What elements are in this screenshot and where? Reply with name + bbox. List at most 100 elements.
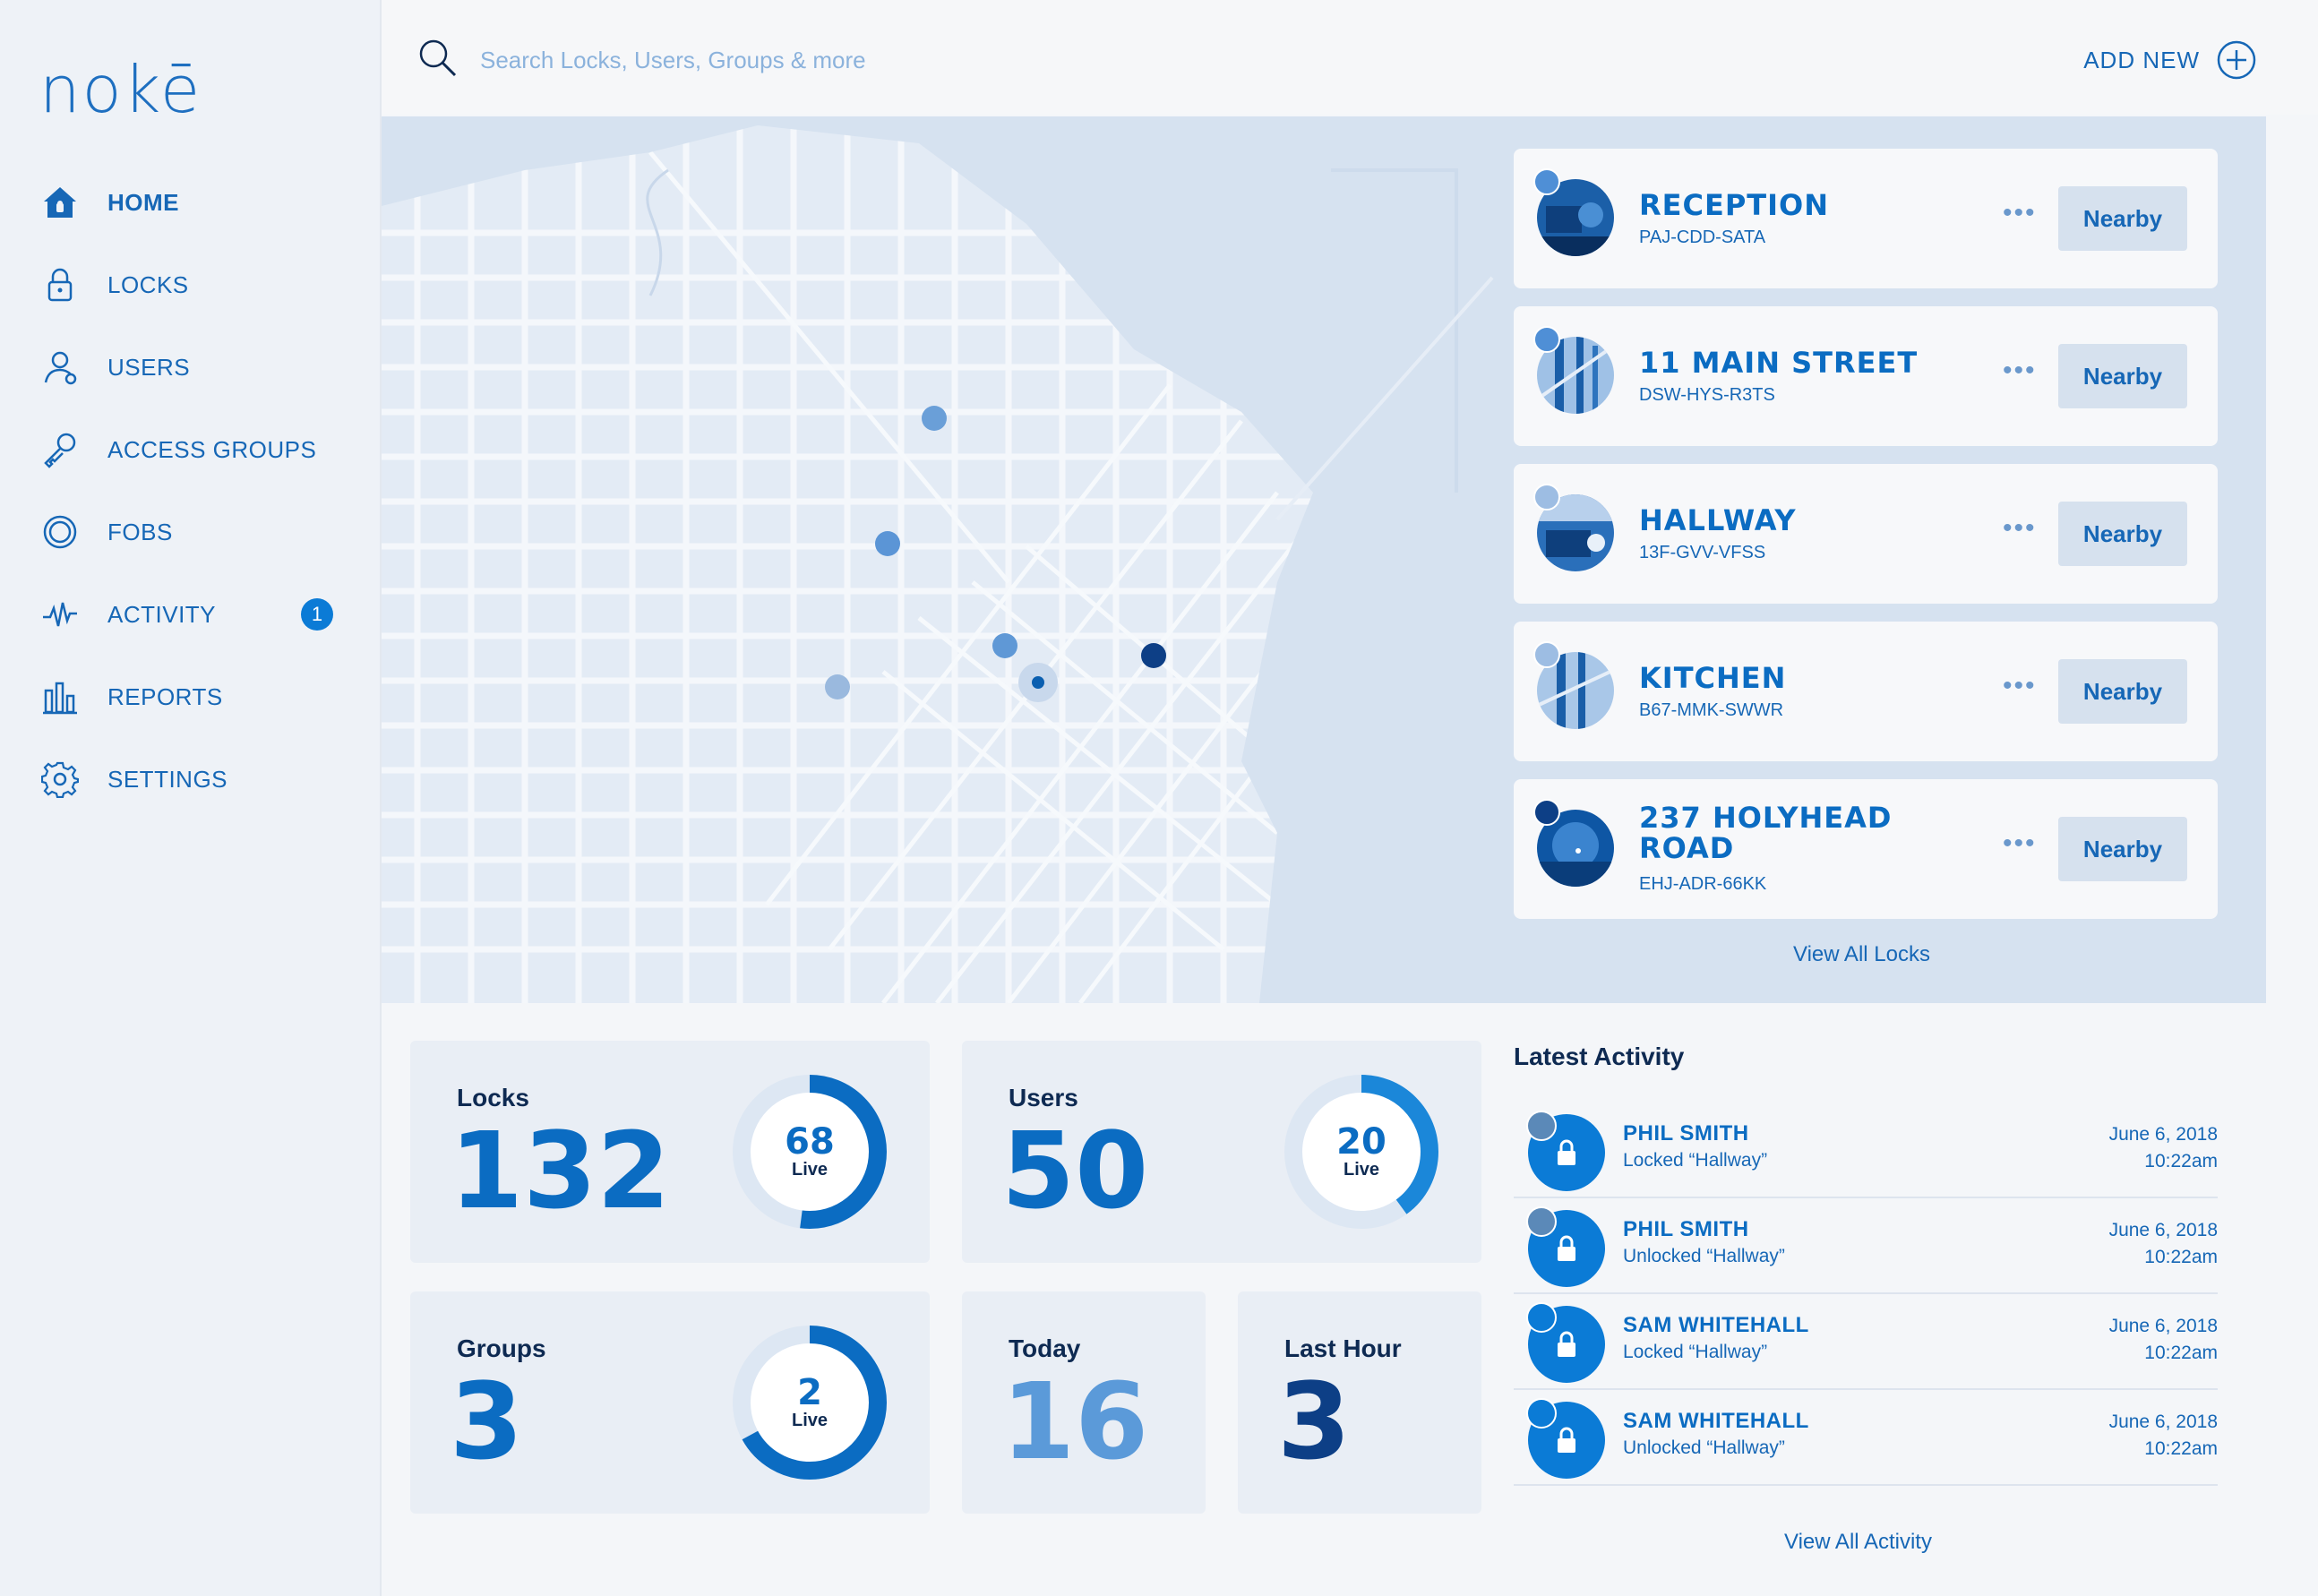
nearby-button[interactable]: Nearby	[2058, 659, 2187, 724]
lock-card-237-holyhead-road[interactable]: 237 HOLYHEAD ROAD EHJ-ADR-66KK ••• Nearb…	[1514, 779, 2218, 919]
nearby-button[interactable]: Nearby	[2058, 344, 2187, 408]
nearby-button[interactable]: Nearby	[2058, 186, 2187, 251]
activity-time: 10:22am	[2144, 1343, 2218, 1363]
pulse-icon	[39, 594, 81, 635]
stat-value: 16	[1001, 1360, 1149, 1483]
activity-description: Locked “Hallway”	[1623, 1342, 1768, 1362]
nav-label-fobs: FOBS	[107, 518, 173, 545]
activity-user: PHIL SMITH	[1623, 1217, 1749, 1241]
activity-description: Unlocked “Hallway”	[1623, 1437, 1785, 1458]
activity-date: June 6, 2018	[2108, 1124, 2218, 1145]
more-options-icon[interactable]: •••	[2003, 830, 2037, 857]
lock-code: PAJ-CDD-SATA	[1639, 227, 1766, 247]
search-icon[interactable]	[417, 38, 459, 83]
nav-item-reports[interactable]: REPORTS	[39, 670, 223, 724]
live-label: Live	[791, 1159, 828, 1180]
activity-user: SAM WHITEHALL	[1623, 1313, 1809, 1337]
lock-code: B67-MMK-SWWR	[1639, 700, 1784, 720]
sidebar: nokē HOME LOCKS USERS ACCESS GROUPS FOBS	[0, 0, 382, 1596]
activity-time: 10:22am	[2144, 1151, 2218, 1171]
live-ring: 20 Live	[1281, 1071, 1442, 1237]
status-dot	[1533, 484, 1560, 511]
fob-icon	[39, 511, 81, 553]
nearby-button[interactable]: Nearby	[2058, 502, 2187, 566]
live-count: 20	[1336, 1120, 1387, 1163]
stat-card-last-hour[interactable]: Last Hour 3	[1238, 1291, 1481, 1514]
lock-name: HALLWAY	[1639, 503, 1797, 537]
nav-item-access-groups[interactable]: ACCESS GROUPS	[39, 423, 316, 476]
nav-label-users: USERS	[107, 353, 191, 381]
lock-code: DSW-HYS-R3TS	[1639, 385, 1775, 405]
lock-name: 237 HOLYHEAD ROAD	[1639, 801, 1893, 865]
lock-name: RECEPTION	[1639, 188, 1830, 222]
nav-item-settings[interactable]: SETTINGS	[39, 752, 228, 806]
nav-label-reports: REPORTS	[107, 682, 223, 710]
live-count: 68	[785, 1120, 835, 1163]
noke-logo[interactable]: nokē	[39, 52, 202, 127]
more-options-icon[interactable]: •••	[2003, 515, 2037, 542]
bar-chart-icon	[39, 676, 81, 717]
activity-date: June 6, 2018	[2108, 1412, 2218, 1432]
add-new-button[interactable]: ADD NEW	[2083, 39, 2257, 81]
status-dot	[1533, 168, 1560, 195]
stat-card-locks[interactable]: Locks 132 68 Live	[410, 1041, 930, 1263]
home-icon	[39, 182, 81, 223]
view-all-activity-link[interactable]: View All Activity	[1784, 1530, 1932, 1555]
plus-circle-icon	[2217, 40, 2256, 80]
status-dot	[1533, 799, 1560, 826]
lock-card-kitchen[interactable]: KITCHEN B67-MMK-SWWR ••• Nearby	[1514, 622, 2218, 761]
nav-item-locks[interactable]: LOCKS	[39, 258, 189, 312]
stat-value: 50	[1001, 1109, 1149, 1232]
activity-item[interactable]: SAM WHITEHALL Locked “Hallway” June 6, 2…	[1514, 1293, 2218, 1390]
stat-card-groups[interactable]: Groups 3 2 Live	[410, 1291, 930, 1514]
stat-card-today[interactable]: Today 16	[962, 1291, 1206, 1514]
map-pin[interactable]	[825, 674, 850, 699]
live-ring: 68 Live	[729, 1071, 890, 1237]
stat-value: 3	[450, 1360, 524, 1483]
activity-item[interactable]: PHIL SMITH Locked “Hallway” June 6, 2018…	[1514, 1102, 2218, 1198]
activity-item[interactable]: SAM WHITEHALL Unlocked “Hallway” June 6,…	[1514, 1389, 2218, 1486]
lock-icon	[39, 264, 81, 305]
map-pin[interactable]	[1141, 643, 1166, 668]
nav-item-fobs[interactable]: FOBS	[39, 505, 173, 559]
user-avatar	[1526, 1111, 1557, 1141]
activity-badge: 1	[301, 598, 333, 631]
nav-item-users[interactable]: USERS	[39, 340, 190, 394]
live-label: Live	[791, 1410, 828, 1430]
user-icon	[39, 347, 81, 388]
add-new-label: ADD NEW	[2083, 46, 2200, 73]
activity-date: June 6, 2018	[2108, 1316, 2218, 1336]
map-pin[interactable]	[922, 406, 947, 431]
map-current-location-dot	[1032, 676, 1044, 689]
more-options-icon[interactable]: •••	[2003, 673, 2037, 699]
activity-item[interactable]: PHIL SMITH Unlocked “Hallway” June 6, 20…	[1514, 1197, 2218, 1294]
live-ring: 2 Live	[729, 1322, 890, 1488]
map-pin[interactable]	[992, 633, 1017, 658]
activity-timestamp: June 6, 2018 10:22am	[2109, 1217, 2218, 1271]
lock-card-hallway[interactable]: HALLWAY 13F-GVV-VFSS ••• Nearby	[1514, 464, 2218, 604]
nav-item-home[interactable]: HOME	[39, 176, 179, 229]
user-avatar	[1526, 1302, 1557, 1333]
nav-label-home: HOME	[107, 188, 179, 216]
nav-label-locks: LOCKS	[107, 270, 189, 298]
search-input[interactable]	[478, 41, 1288, 79]
view-all-locks-link[interactable]: View All Locks	[1793, 942, 1930, 967]
activity-user: SAM WHITEHALL	[1623, 1409, 1809, 1433]
nav-item-activity[interactable]: ACTIVITY 1	[39, 588, 344, 641]
stat-value: 132	[450, 1109, 671, 1232]
nav-label-access-groups: ACCESS GROUPS	[107, 435, 317, 463]
map-pin[interactable]	[875, 531, 900, 556]
stat-card-users[interactable]: Users 50 20 Live	[962, 1041, 1481, 1263]
activity-time: 10:22am	[2144, 1247, 2218, 1267]
lock-card-11-main-street[interactable]: 11 MAIN STREET DSW-HYS-R3TS ••• Nearby	[1514, 306, 2218, 446]
more-options-icon[interactable]: •••	[2003, 200, 2037, 227]
key-icon	[39, 429, 81, 470]
nav-label-settings: SETTINGS	[107, 765, 228, 793]
lock-card-reception[interactable]: RECEPTION PAJ-CDD-SATA ••• Nearby	[1514, 149, 2218, 288]
nearby-button[interactable]: Nearby	[2058, 817, 2187, 881]
more-options-icon[interactable]: •••	[2003, 357, 2037, 384]
lock-code: 13F-GVV-VFSS	[1639, 543, 1766, 562]
live-count: 2	[797, 1371, 822, 1413]
user-avatar	[1526, 1398, 1557, 1429]
gear-icon	[39, 759, 81, 800]
